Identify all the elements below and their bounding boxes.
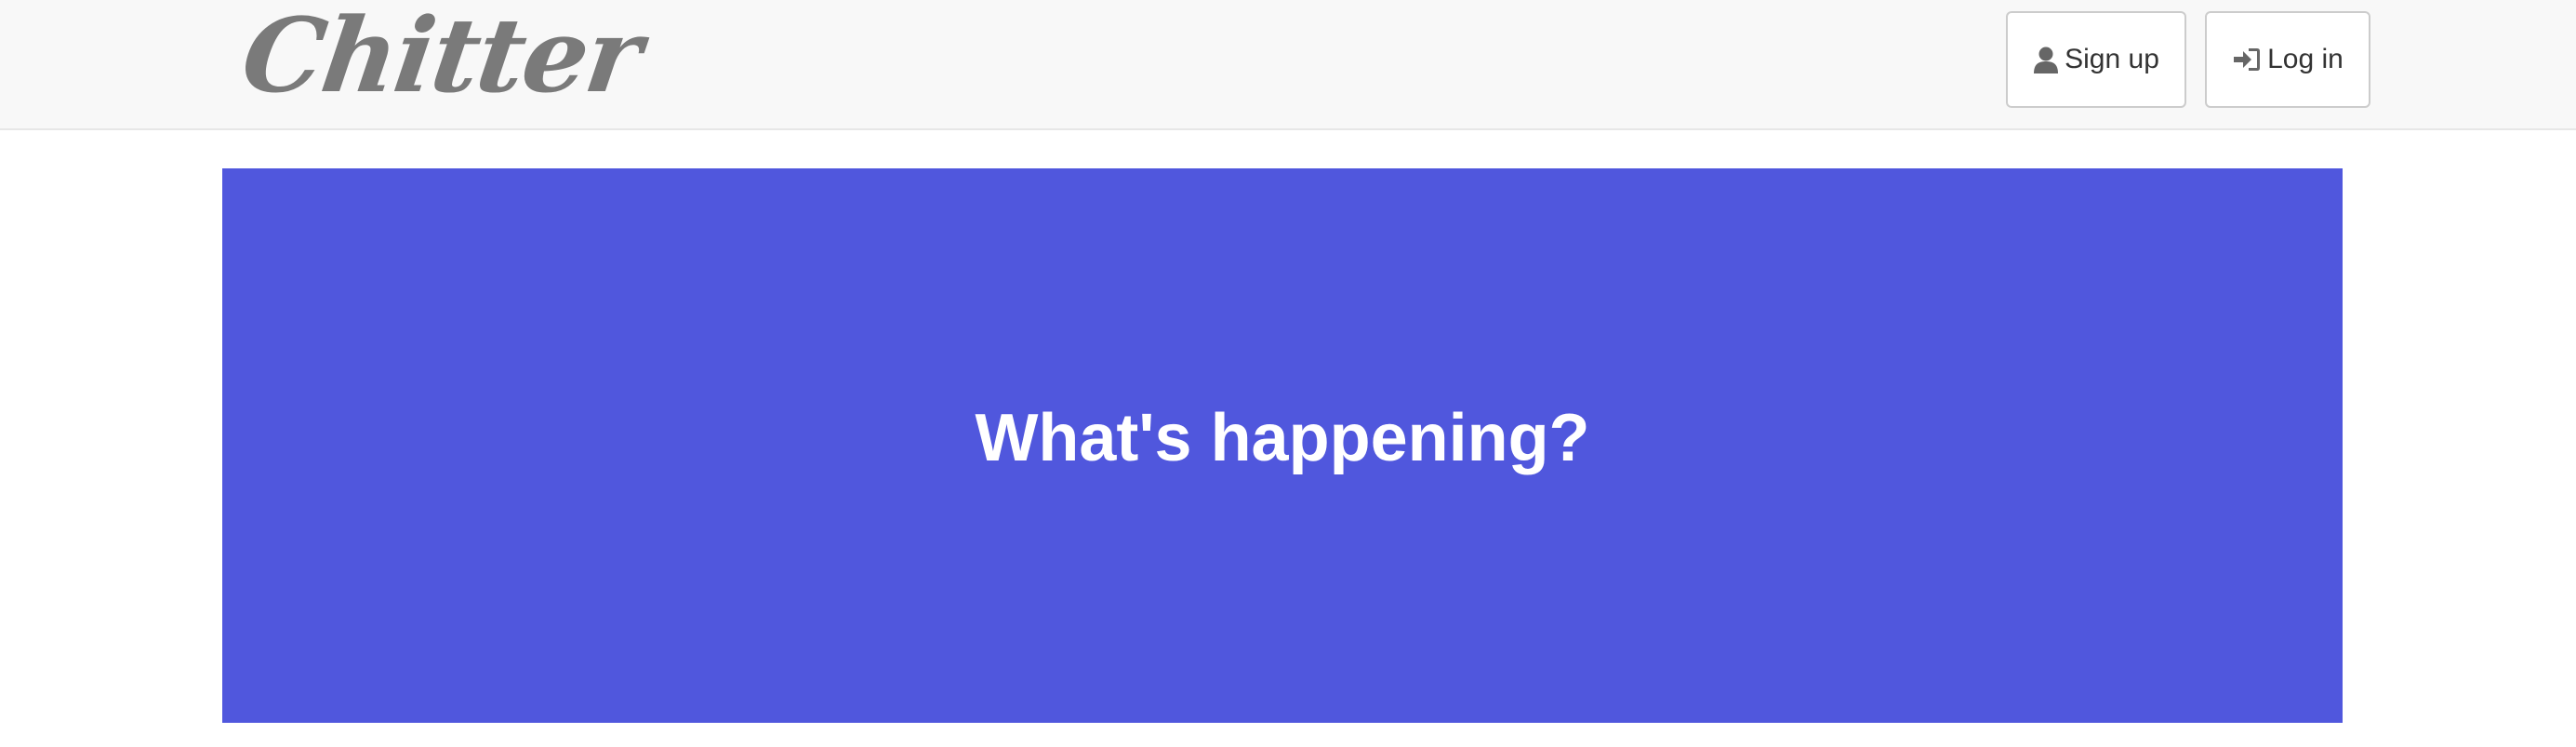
navbar: Chitter Sign up Log in <box>0 0 2576 130</box>
user-icon <box>2033 46 2059 73</box>
hero-heading: What's happening? <box>975 401 1590 475</box>
log-in-label: Log in <box>2267 44 2344 74</box>
log-in-button[interactable]: Log in <box>2205 11 2370 108</box>
sign-up-label: Sign up <box>2065 44 2159 74</box>
brand-logo[interactable]: Chitter <box>235 0 647 115</box>
log-in-icon <box>2232 46 2262 73</box>
sign-up-button[interactable]: Sign up <box>2006 11 2186 108</box>
hero-banner: What's happening? <box>222 168 2343 723</box>
